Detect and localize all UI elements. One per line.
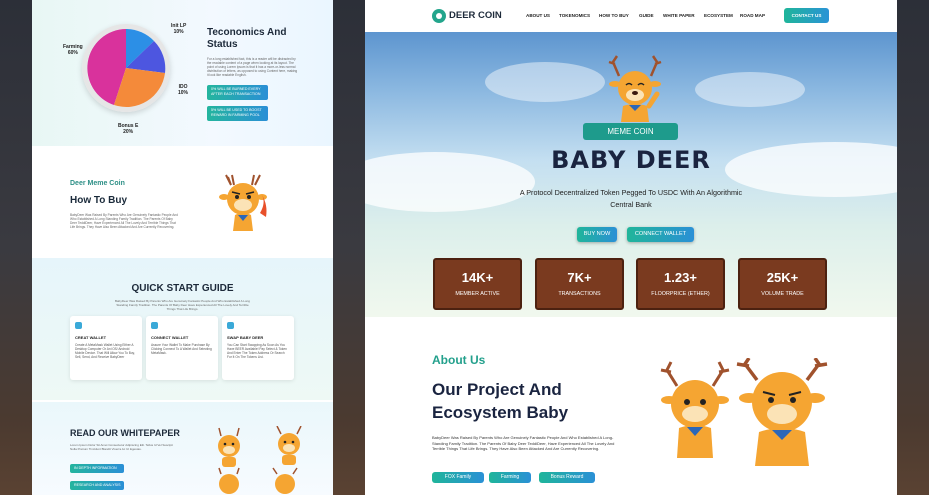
pie-label-ido: IDO 10% bbox=[178, 84, 189, 96]
card-title: CONNECT WALLET bbox=[151, 335, 189, 340]
stat-value: 25K+ bbox=[766, 270, 799, 285]
tokenomics-section: Farming 60% Init LP 10% IDO 10% Bonus E 20% … bbox=[32, 0, 333, 146]
nav-item-tokenomics[interactable]: TOKENOMICS bbox=[559, 13, 590, 18]
about-title: Our Project And Ecosystem Baby bbox=[432, 380, 569, 422]
tag-bonus-reward-button[interactable]: Bonus Reward bbox=[539, 472, 595, 483]
tokenomics-paragraph: For a long established fact, this is a r… bbox=[207, 57, 298, 77]
cloud-decoration bbox=[485, 62, 605, 102]
nav-item-ecosystem[interactable]: ECOSYSTEM bbox=[704, 13, 733, 18]
card-title: SWAP BABY DEER bbox=[227, 335, 264, 340]
brand-name[interactable]: DEER COIN bbox=[449, 10, 502, 21]
stat-card: 14K+ MEMBER ACTIVE bbox=[433, 258, 522, 310]
quick-start-card: SWAP BABY DEER You Can Start Swapping As… bbox=[222, 316, 294, 380]
quick-start-card: CONNECT WALLET Assure Your Wallet To Mak… bbox=[146, 316, 218, 380]
buy-now-button[interactable]: BUY NOW bbox=[577, 227, 617, 242]
connect-wallet-button[interactable]: CONNECT WALLET bbox=[627, 227, 694, 242]
meme-coin-badge: MEME COIN bbox=[583, 123, 678, 140]
quick-start-card: CREAT WALLET Create A MetaMask Wallet Us… bbox=[70, 316, 142, 380]
how-to-buy-eyebrow: Deer Meme Coin bbox=[70, 180, 125, 187]
stat-value: 7K+ bbox=[567, 270, 592, 285]
waving-deer-mascot-image bbox=[608, 55, 662, 122]
angry-deer-mascot-image bbox=[219, 174, 267, 231]
whitepaper-paragraph: Lorem Ipsum Dolor Sit Amet Consectetur A… bbox=[70, 443, 173, 451]
nav-item-road-map[interactable]: ROAD MAP bbox=[740, 13, 765, 18]
quick-start-paragraph: BabyDeer Was Raised By Parents Who Are G… bbox=[115, 299, 250, 311]
stat-label: VOLUME TRADE bbox=[761, 291, 804, 297]
about-eyebrow: About Us bbox=[432, 353, 486, 367]
nav-item-how-to-buy[interactable]: HOW TO BUY bbox=[599, 13, 629, 18]
link-icon bbox=[151, 322, 158, 329]
tokenomics-title: Teconomics And Status bbox=[207, 27, 287, 50]
pie-label-bonus: Bonus E 20% bbox=[118, 123, 139, 135]
hero-title: BABY DEER bbox=[551, 146, 711, 174]
about-paragraph: BabyDeer Was Raised By Parents Who Are G… bbox=[432, 435, 615, 452]
stat-card: 25K+ VOLUME TRADE bbox=[738, 258, 827, 310]
card-text: Assure Your Wallet To Make Purchase By C… bbox=[151, 343, 212, 355]
hero-description: A Protocol Decentralized Token Pegged To… bbox=[519, 188, 743, 209]
pie-label-init-lp: Init LP 10% bbox=[171, 23, 187, 35]
tokenomics-pie-chart bbox=[82, 24, 170, 112]
nav-item-about-us[interactable]: ABOUT US bbox=[526, 13, 550, 18]
how-to-buy-title: How To Buy bbox=[70, 195, 128, 206]
top-navbar: DEER COIN ABOUT US TOKENOMICS HOW TO BUY… bbox=[365, 0, 897, 32]
in-depth-info-button[interactable]: IN DEPTH INFORMATION bbox=[70, 464, 124, 473]
cloud-decoration bbox=[695, 72, 805, 107]
stat-card: 1.23+ FLOORPRICE (ETHER) bbox=[636, 258, 725, 310]
how-to-buy-paragraph: BabyDeer Was Raised By Parents Who Are G… bbox=[70, 213, 178, 229]
stat-card: 7K+ TRANSACTIONS bbox=[535, 258, 624, 310]
contact-us-button[interactable]: CONTACT US bbox=[784, 8, 829, 23]
tag-farming-button[interactable]: Farming bbox=[489, 472, 531, 483]
tokenomics-burn-button[interactable]: 0% WILL BE BURNED EVERY AFTER EACH TRANS… bbox=[207, 85, 268, 100]
pie-label-farming: Farming 60% bbox=[63, 44, 83, 56]
wallet-icon bbox=[75, 322, 82, 329]
deer-mascot-group-image bbox=[218, 426, 302, 494]
research-analysis-button[interactable]: RESEARCH AND ANALYSIS bbox=[70, 481, 124, 490]
nav-item-white-paper[interactable]: WHITE PAPER bbox=[663, 13, 695, 18]
tokenomics-reward-button[interactable]: 5% WILL BE USED TO BOOST REWARD IN FARMI… bbox=[207, 106, 268, 121]
stat-label: TRANSACTIONS bbox=[558, 291, 601, 297]
whitepaper-section: READ OUR WHITEPAPER Lorem Ipsum Dolor Si… bbox=[32, 402, 333, 495]
hero-section: MEME COIN BABY DEER A Protocol Decentral… bbox=[365, 32, 897, 317]
quick-start-section: QUICK START GUIDE BabyDeer Was Raised By… bbox=[32, 258, 333, 400]
card-text: You Can Start Swapping As Soon As You Ha… bbox=[227, 343, 287, 359]
quick-start-title: QUICK START GUIDE bbox=[131, 283, 234, 294]
how-to-buy-section: Deer Meme Coin How To Buy BabyDeer Was R… bbox=[32, 148, 333, 256]
tag-fox-family-button[interactable]: FOX Family bbox=[432, 472, 484, 483]
stat-label: MEMBER ACTIVE bbox=[455, 291, 500, 297]
stat-value: 14K+ bbox=[461, 270, 494, 285]
card-title: CREAT WALLET bbox=[75, 335, 107, 340]
nav-item-guide[interactable]: GUIDE bbox=[639, 13, 654, 18]
stat-label: FLOORPRICE (ETHER) bbox=[651, 291, 710, 297]
card-text: Create A MetaMask Wallet Using Either A … bbox=[75, 343, 135, 359]
stat-value: 1.23+ bbox=[664, 270, 697, 285]
whitepaper-title: READ OUR WHITEPAPER bbox=[70, 428, 180, 438]
two-deer-mascots-image bbox=[660, 358, 828, 466]
swap-icon bbox=[227, 322, 234, 329]
right-preview-panel: DEER COIN ABOUT US TOKENOMICS HOW TO BUY… bbox=[365, 0, 897, 495]
deer-coin-logo-icon[interactable] bbox=[432, 9, 446, 23]
left-preview-panel: Farming 60% Init LP 10% IDO 10% Bonus E 20% … bbox=[32, 0, 333, 495]
